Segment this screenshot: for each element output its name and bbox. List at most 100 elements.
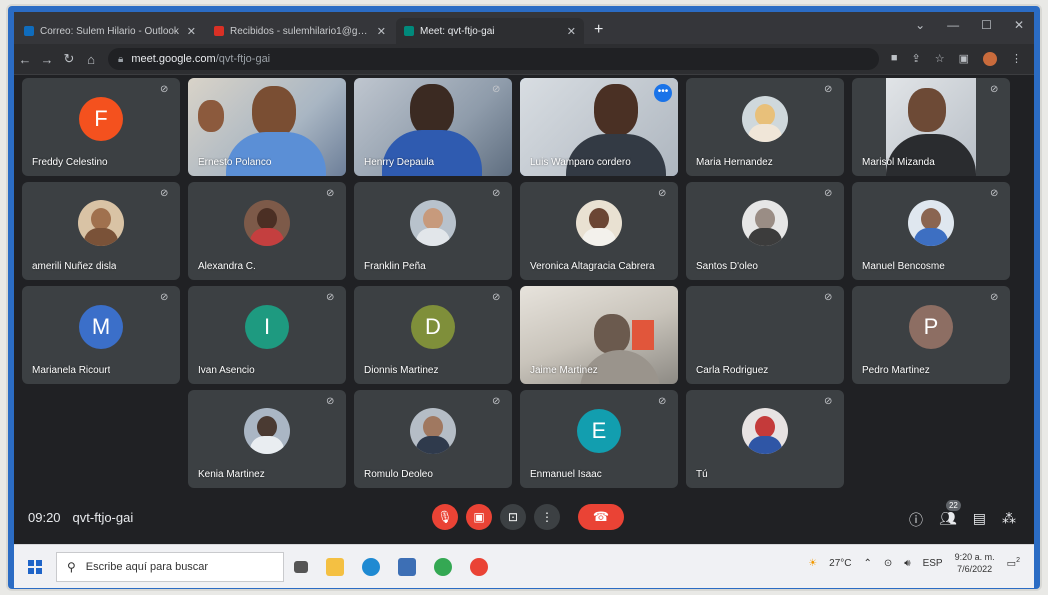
camera-toggle-button[interactable]: ▣ (466, 504, 492, 530)
mic-off-icon: ⊘ (326, 188, 335, 199)
meeting-info: 09:20 qvt-ftjo-gai (28, 510, 133, 525)
close-icon[interactable]: ✕ (567, 25, 576, 38)
participant-name: Franklin Peña (364, 261, 426, 272)
chevron-down-icon[interactable]: ⌄ (915, 18, 925, 32)
tab-meet[interactable]: Meet: qvt-ftjo-gai ✕ (396, 18, 584, 44)
mic-off-icon: ⊘ (326, 396, 335, 407)
participant-tile[interactable]: M ⊘ Marianela Ricourt (22, 286, 180, 384)
participant-tile[interactable]: ⊘ Maria Hernandez (686, 78, 844, 176)
close-window-button[interactable]: ✕ (1014, 18, 1024, 32)
mic-off-icon: ⊘ (492, 84, 501, 95)
chrome-icon[interactable] (470, 558, 488, 576)
participant-tile[interactable]: ⊘ Marisol Mizanda (852, 78, 1010, 176)
participant-tile[interactable]: F ⊘ Freddy Celestino (22, 78, 180, 176)
url-path: /qvt-ftjo-gai (215, 53, 271, 65)
search-input[interactable]: ⚲ Escribe aquí para buscar (56, 552, 284, 582)
camera-icon[interactable]: ■ (891, 52, 898, 66)
avatar (244, 200, 290, 247)
present-button[interactable]: ⊡ (500, 504, 526, 530)
participant-tile[interactable]: ⊘ Santos D'oleo (686, 182, 844, 280)
close-icon[interactable]: ✕ (187, 25, 196, 38)
network-icon[interactable]: ⊙ (884, 558, 892, 569)
avatar[interactable] (983, 52, 997, 66)
weather-temp[interactable]: 27°C (829, 558, 851, 569)
reload-button[interactable]: ↻ (58, 51, 80, 67)
weather-icon: ☀ (808, 557, 818, 569)
tab-title: Recibidos - sulemhilario1@gma... (230, 25, 371, 37)
mic-off-icon: ⊘ (160, 292, 169, 303)
activities-icon[interactable]: ⁂ (1002, 510, 1016, 530)
participant-tile[interactable]: ⊘ Franklin Peña (354, 182, 512, 280)
participant-tile[interactable]: ⊘ Henrry Depaula (354, 78, 512, 176)
minimize-button[interactable]: — (947, 18, 959, 32)
participant-name: Jaime Martinez (530, 365, 598, 376)
participant-tile[interactable]: D ⊘ Dionnis Martinez (354, 286, 512, 384)
participant-tile[interactable]: Ernesto Polanco (188, 78, 346, 176)
url-input[interactable]: 🔒︎ meet.google.com/qvt-ftjo-gai (108, 48, 879, 70)
participant-name: Luis Wamparo cordero (530, 157, 631, 168)
home-button[interactable]: ⌂ (80, 52, 102, 67)
back-button[interactable]: ← (14, 52, 36, 67)
participant-tile[interactable]: ⊘ Romulo Deoleo (354, 390, 512, 488)
edge-icon[interactable] (362, 558, 380, 576)
close-icon[interactable]: ✕ (377, 25, 386, 38)
taskbar-apps (294, 558, 488, 576)
participant-name: Freddy Celestino (32, 157, 108, 168)
menu-icon[interactable]: ⋮ (1011, 52, 1022, 66)
participant-name: Carla Rodriguez (696, 365, 769, 376)
language-indicator[interactable]: ESP (923, 558, 943, 569)
participant-tile[interactable]: ⊘ Veronica Altagracia Cabrera (520, 182, 678, 280)
file-explorer-icon[interactable] (326, 558, 344, 576)
participant-name: Pedro Martinez (862, 365, 930, 376)
participant-name: Enmanuel Isaac (530, 469, 602, 480)
participant-tile[interactable]: Jaime Martinez (520, 286, 678, 384)
participant-tile[interactable]: ⊘ amerili Nuñez disla (22, 182, 180, 280)
app-icon[interactable] (434, 558, 452, 576)
share-icon[interactable]: ⇪ (912, 52, 921, 66)
tab-title: Correo: Sulem Hilario - Outlook (40, 25, 179, 37)
chevron-up-icon[interactable]: ⌃ (864, 558, 872, 569)
people-button[interactable]: 👥︎ 22 (939, 500, 961, 530)
avatar: M (79, 305, 123, 350)
mic-toggle-button[interactable]: 🎙︎ (432, 504, 458, 530)
participant-name: Veronica Altagracia Cabrera (530, 261, 655, 272)
participant-tile[interactable]: ⊘ Kenia Martinez (188, 390, 346, 488)
clock[interactable]: 9:20 a. m. 7/6/2022 (955, 551, 995, 575)
maximize-button[interactable]: ☐ (981, 18, 992, 32)
avatar: F (79, 97, 123, 142)
tab-gmail[interactable]: Recibidos - sulemhilario1@gma... ✕ (206, 18, 394, 44)
url-host: meet.google.com (131, 53, 216, 65)
mic-off-icon: ⊘ (160, 84, 169, 95)
tab-outlook[interactable]: Correo: Sulem Hilario - Outlook ✕ (16, 18, 204, 44)
participant-name: Dionnis Martinez (364, 365, 439, 376)
mic-off-icon: ⊘ (326, 292, 335, 303)
more-options-button[interactable]: ⋮ (534, 504, 560, 530)
participant-tile[interactable]: E ⊘ Enmanuel Isaac (520, 390, 678, 488)
mic-off-icon: ⊘ (990, 292, 999, 303)
participant-tile[interactable]: ⊘ Carla Rodriguez (686, 286, 844, 384)
participant-tile[interactable]: P ⊘ Pedro Martinez (852, 286, 1010, 384)
windows-start-icon[interactable] (28, 560, 42, 574)
participant-name: Ivan Asencio (198, 365, 255, 376)
info-icon[interactable]: ⓘ (909, 510, 923, 530)
star-icon[interactable]: ☆ (935, 52, 945, 66)
volume-icon[interactable]: 🔊︎ (904, 558, 910, 569)
participant-tile[interactable]: I ⊘ Ivan Asencio (188, 286, 346, 384)
store-icon[interactable] (398, 558, 416, 576)
notification-icon[interactable]: ▭2 (1007, 557, 1020, 569)
meeting-time: 09:20 (28, 510, 61, 525)
end-call-button[interactable]: ☎︎ (578, 504, 624, 530)
sidepanel-icon[interactable]: ▣ (959, 52, 969, 66)
tab-title: Meet: qvt-ftjo-gai (420, 25, 495, 37)
chat-icon[interactable]: ▤ (973, 510, 986, 530)
task-view-icon[interactable] (294, 561, 308, 573)
participant-tile[interactable]: ••• Luis Wamparo cordero (520, 78, 678, 176)
participant-name: Kenia Martinez (198, 469, 265, 480)
forward-button[interactable]: → (36, 52, 58, 67)
new-tab-button[interactable]: + (594, 21, 603, 39)
participant-tile[interactable]: ⊘ Alexandra C. (188, 182, 346, 280)
more-options-icon[interactable]: ••• (654, 84, 672, 102)
participant-tile[interactable]: ⊘ Manuel Bencosme (852, 182, 1010, 280)
mic-off-icon: ⊘ (824, 292, 833, 303)
participant-tile[interactable]: ⊘ Tú (686, 390, 844, 488)
